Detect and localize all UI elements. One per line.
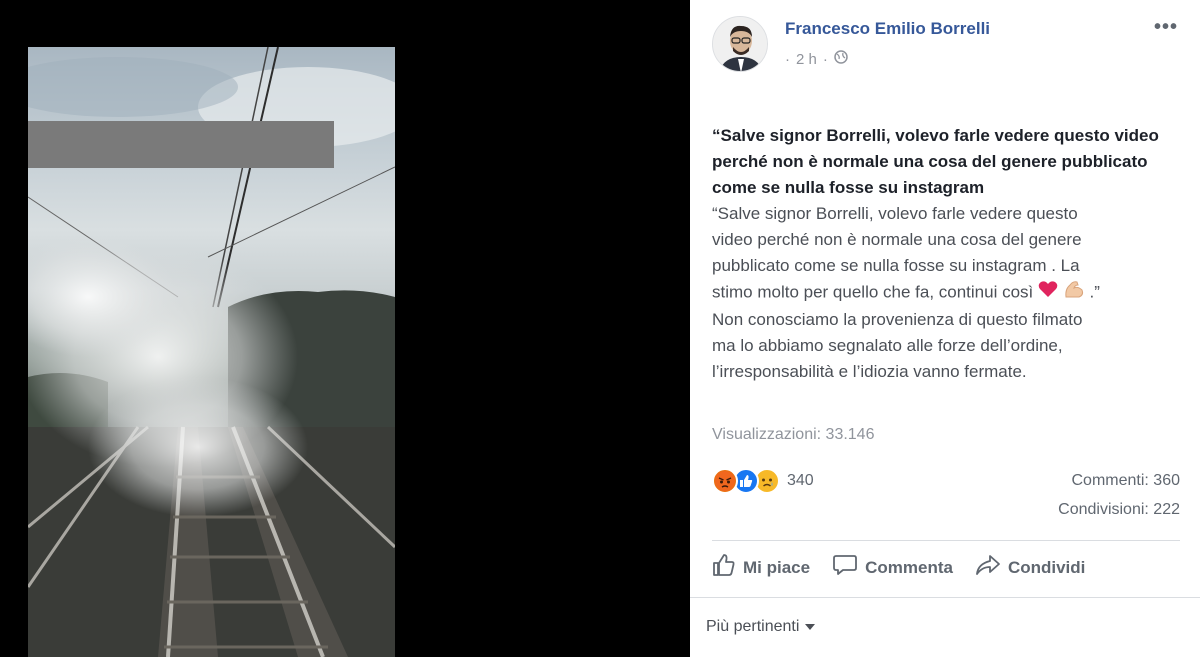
caret-down-icon <box>805 618 816 636</box>
comment-label: Commenta <box>865 557 953 577</box>
post-time[interactable]: 2 h <box>796 51 817 68</box>
post-meta: · 2 h · <box>785 50 848 68</box>
avatar[interactable] <box>712 16 768 72</box>
sort-label: Più pertinenti <box>706 618 800 635</box>
redaction-bar <box>28 121 334 168</box>
more-options-button[interactable]: ••• <box>1154 16 1178 39</box>
reactions-summary[interactable]: 340 <box>712 468 814 494</box>
share-label: Condividi <box>1007 557 1086 577</box>
post-panel: Francesco Emilio Borrelli · 2 h · ••• “S… <box>690 0 1200 657</box>
video-area <box>0 0 690 657</box>
meta-separator: · <box>785 50 790 68</box>
post-body-line: ma lo abbiamo segnalato alle forze dell’… <box>712 336 1063 355</box>
meta-separator: · <box>822 50 828 68</box>
post-text: “Salve signor Borrelli, volevo farle ved… <box>712 123 1182 385</box>
angry-icon <box>712 468 738 494</box>
post-body-line: l’irresponsabilità e l’idiozia vanno fer… <box>712 362 1027 381</box>
post-title: “Salve signor Borrelli, volevo farle ved… <box>712 126 1159 197</box>
heart-emoji-icon <box>1038 280 1058 306</box>
profile-photo <box>713 17 767 71</box>
comments-count[interactable]: Commenti: 360 <box>1072 472 1181 490</box>
post-body-line: video perché non è normale una cosa del … <box>712 230 1082 249</box>
author-name[interactable]: Francesco Emilio Borrelli <box>785 19 990 39</box>
like-label: Mi piace <box>743 557 811 577</box>
share-button[interactable]: Condividi <box>975 554 1085 581</box>
post-body-line: stimo molto per quello che fa, continui … <box>712 282 1034 302</box>
share-arrow-icon <box>975 554 1001 581</box>
divider <box>712 540 1180 541</box>
action-bar: Mi piace Commenta Condividi <box>712 553 1085 582</box>
comment-sort-dropdown[interactable]: Più pertinenti <box>706 618 816 636</box>
shares-count[interactable]: Condivisioni: 222 <box>1058 501 1180 519</box>
divider <box>690 597 1200 598</box>
globe-icon[interactable] <box>834 50 848 68</box>
comment-button[interactable]: Commenta <box>832 553 953 582</box>
thumbs-up-icon <box>712 553 736 582</box>
comment-bubble-icon <box>832 553 858 582</box>
post-body-line: Non conosciamo la provenienza di questo … <box>712 310 1083 329</box>
flexed-biceps-emoji-icon <box>1063 279 1085 307</box>
like-button[interactable]: Mi piace <box>712 553 810 582</box>
views-count: Visualizzazioni: 33.146 <box>712 426 875 443</box>
reaction-count: 340 <box>787 472 814 489</box>
post-body-line-emoji: stimo molto per quello che fa, continui … <box>712 279 1182 307</box>
post-body-line: pubblicato come se nulla fosse su instag… <box>712 256 1080 275</box>
post-body-line: “Salve signor Borrelli, volevo farle ved… <box>712 204 1078 223</box>
post-body-suffix: .” <box>1089 282 1100 302</box>
